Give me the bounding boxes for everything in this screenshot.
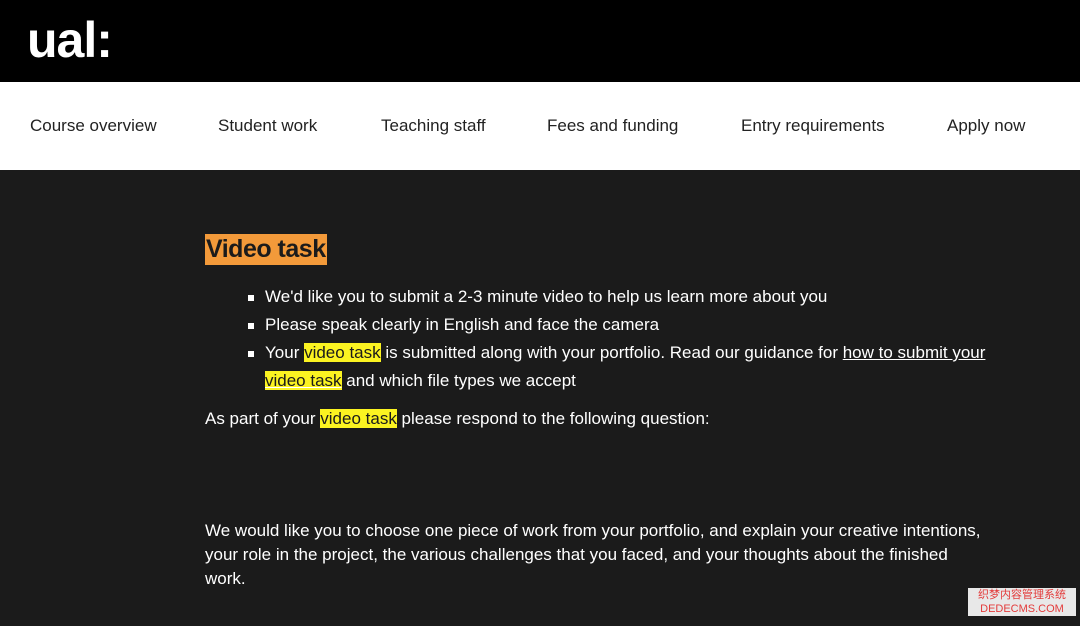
list-item: Please speak clearly in English and face… [248,311,1005,339]
bullet-text: and which file types we accept [341,371,576,390]
watermark: 织梦内容管理系统 DEDECMS.COM [968,588,1076,616]
watermark-line: DEDECMS.COM [980,603,1064,615]
search-highlight: video task [265,371,342,390]
nav-item-student-work[interactable]: Student work [218,116,317,136]
search-highlight: video task [320,409,397,428]
list-item: Your video task is submitted along with … [248,339,1005,395]
search-highlight: video task [304,343,381,362]
nav-item-teaching-staff[interactable]: Teaching staff [381,116,486,136]
list-item: We'd like you to submit a 2-3 minute vid… [248,283,1005,311]
paragraph-text: As part of your [205,409,321,428]
paragraph-text: please respond to the following question… [396,409,710,428]
nav-item-fees-and-funding[interactable]: Fees and funding [547,116,678,136]
requirements-list: We'd like you to submit a 2-3 minute vid… [248,283,1005,395]
top-bar: ual: [0,0,1080,82]
course-nav: Course overview Student work Teaching st… [0,82,1080,170]
bullet-text: Your [265,343,305,362]
intro-paragraph: As part of your video task please respon… [205,407,985,431]
watermark-line: 织梦内容管理系统 [978,589,1066,601]
section-heading: Video task [205,233,327,265]
bullet-text: is submitted along with your portfolio. … [380,343,843,362]
nav-item-course-overview[interactable]: Course overview [30,116,157,136]
link-text: how to submit your [842,343,986,362]
nav-item-apply-now[interactable]: Apply now [947,116,1025,136]
main-content: Video task We'd like you to submit a 2-3… [0,170,1080,626]
bullet-text: We'd like you to submit a 2-3 minute vid… [265,287,828,306]
bullet-text: Please speak clearly in English and face… [265,315,660,334]
nav-item-entry-requirements[interactable]: Entry requirements [741,116,885,136]
ual-logo[interactable]: ual: [27,10,113,70]
question-paragraph: We would like you to choose one piece of… [205,521,981,588]
